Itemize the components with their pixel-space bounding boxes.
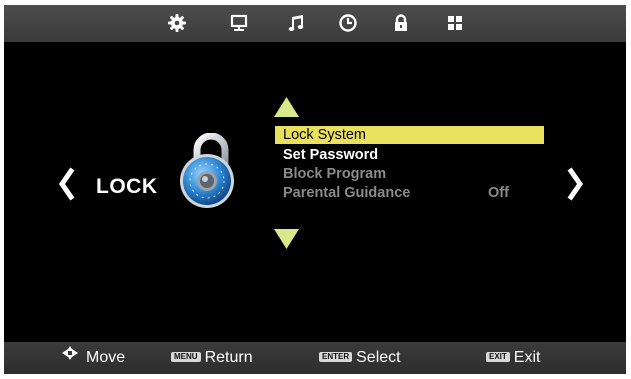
move-arrows-icon xyxy=(60,341,80,373)
menu-tab-bar xyxy=(4,5,626,42)
hint-move-label: Move xyxy=(86,349,126,367)
hint-exit-label: Exit xyxy=(513,349,541,366)
hint-exit: EXIT Exit xyxy=(486,342,540,374)
tv-osd-screen: LOCK Lock System Set Password Block Prog… xyxy=(4,5,626,374)
menu-item-lock-system[interactable]: Lock System xyxy=(275,126,544,144)
scroll-down-arrow-icon[interactable] xyxy=(273,228,300,250)
menu-item-parental-guidance: Parental Guidance Off xyxy=(275,184,544,202)
hint-select-label: Select xyxy=(356,349,401,366)
next-menu-arrow-icon[interactable] xyxy=(567,167,585,201)
gear-icon[interactable] xyxy=(167,13,187,33)
menu-item-label: Set Password xyxy=(283,147,379,163)
hint-select: ENTER Select xyxy=(319,342,401,374)
menu-item-block-program: Block Program xyxy=(275,165,544,183)
menu-item-label: Block Program xyxy=(283,166,387,182)
music-note-icon[interactable] xyxy=(286,13,306,33)
enter-key-icon: ENTER xyxy=(319,351,353,362)
monitor-icon[interactable] xyxy=(229,13,249,33)
hint-return-label: Return xyxy=(204,349,253,366)
menu-item-label: Parental Guidance xyxy=(283,185,411,201)
grid-icon[interactable] xyxy=(445,13,465,33)
menu-item-set-password[interactable]: Set Password xyxy=(275,146,544,164)
hint-move: Move xyxy=(60,342,125,374)
padlock-icon[interactable] xyxy=(391,13,411,33)
scroll-up-arrow-icon[interactable] xyxy=(273,96,300,118)
clock-icon[interactable] xyxy=(338,13,358,33)
key-hint-bar: Move MENU Return ENTER Select EXIT Exit xyxy=(4,342,626,374)
menu-item-value: Off xyxy=(488,185,509,201)
menu-title: LOCK xyxy=(96,175,158,198)
exit-key-icon: EXIT xyxy=(486,351,510,362)
padlock-graphic-icon xyxy=(177,133,241,211)
hint-return: MENU Return xyxy=(171,342,253,374)
previous-menu-arrow-icon[interactable] xyxy=(57,167,75,201)
menu-item-label: Lock System xyxy=(283,127,366,143)
menu-key-icon: MENU xyxy=(171,351,201,362)
